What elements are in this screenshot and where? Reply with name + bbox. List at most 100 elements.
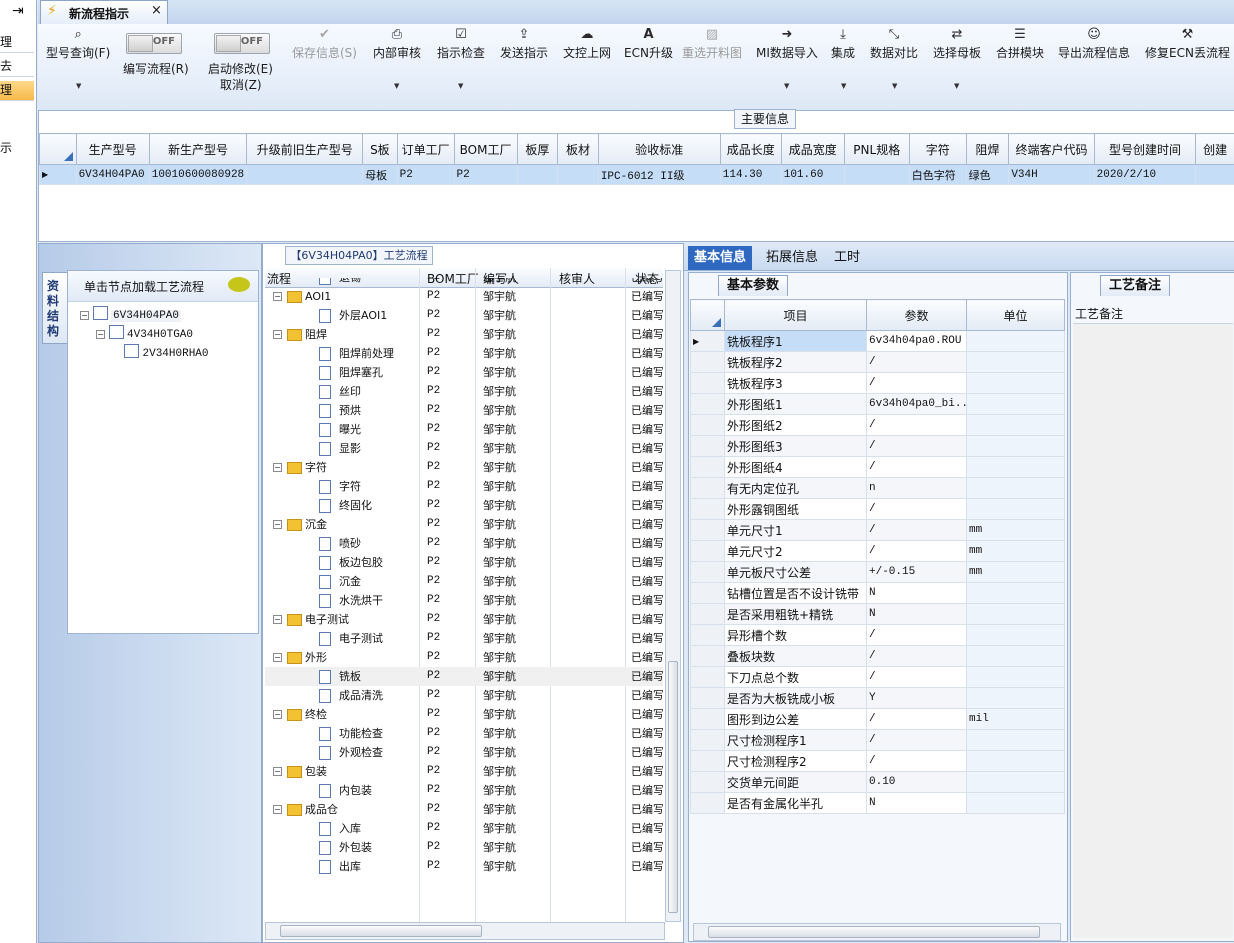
- flow-row[interactable]: − 字符 P2 邹宇航 已编写: [265, 458, 663, 477]
- select-motherboard-dropdown-arrow[interactable]: ▼: [954, 82, 959, 90]
- basic-param-row[interactable]: 是否为大板铣成小板 Y: [690, 687, 1065, 709]
- param-value[interactable]: Y: [866, 687, 967, 709]
- flow-row[interactable]: 内包装 P2 邹宇航 已编写: [265, 781, 663, 800]
- basic-param-row[interactable]: 有无内定位孔 n: [690, 477, 1065, 499]
- main-cell[interactable]: P2: [453, 164, 518, 185]
- tab-extended-info[interactable]: 拓展信息: [760, 246, 824, 270]
- param-value[interactable]: /: [866, 708, 967, 730]
- flow-row[interactable]: 预烘 P2 邹宇航 已编写: [265, 401, 663, 420]
- flow-row[interactable]: − 包装 P2 邹宇航 已编写: [265, 762, 663, 781]
- tree-node-4V34H0TGA0[interactable]: − 4V34H0TGA0: [96, 325, 193, 341]
- flow-row[interactable]: 终固化 P2 邹宇航 已编写: [265, 496, 663, 515]
- flow-row[interactable]: − 终检 P2 邹宇航 已编写: [265, 705, 663, 724]
- param-value[interactable]: +/-0.15: [866, 561, 967, 583]
- main-cell[interactable]: 101.60: [780, 164, 845, 185]
- main-cell[interactable]: [843, 164, 910, 185]
- basic-col-header[interactable]: 参数: [866, 299, 967, 331]
- start-edit-toggle[interactable]: OFF: [214, 33, 270, 54]
- subtab-basic-params[interactable]: 基本参数: [718, 275, 788, 296]
- param-value[interactable]: /: [866, 729, 967, 751]
- write-flow-toggle[interactable]: OFF: [126, 33, 182, 54]
- basic-param-row[interactable]: ▶ 铣板程序1 6v34h04pa0.ROU: [690, 330, 1065, 352]
- param-value[interactable]: /: [866, 624, 967, 646]
- basic-param-row[interactable]: 外形图纸3/: [690, 435, 1065, 457]
- collapse-icon[interactable]: −: [273, 292, 282, 301]
- basic-param-row[interactable]: 单元板尺寸公差 +/-0.15 mm: [690, 561, 1065, 583]
- save-info-button[interactable]: ✔ 保存信息(S): [292, 26, 357, 61]
- flow-row[interactable]: 字符 P2 邹宇航 已编写: [265, 477, 663, 496]
- param-value[interactable]: N: [866, 792, 967, 814]
- main-cell[interactable]: 10010600080928: [148, 164, 248, 185]
- main-cell[interactable]: [1195, 164, 1234, 185]
- select-motherboard-button[interactable]: ⇄ 选择母板: [933, 26, 981, 61]
- flow-row[interactable]: 阻焊前处理 P2 邹宇航 已编写: [265, 344, 663, 363]
- nav-item-4[interactable]: 示: [0, 139, 34, 158]
- param-value[interactable]: /: [866, 540, 967, 562]
- integrate-button[interactable]: ⤓ 集成: [831, 26, 855, 61]
- main-cell[interactable]: 114.30: [719, 164, 782, 185]
- fix-ecn-lost-flow-button[interactable]: ⚒ 修复ECN丢流程: [1145, 26, 1230, 61]
- export-flow-info-button[interactable]: ☺ 导出流程信息: [1058, 26, 1130, 61]
- main-info-row[interactable]: ▶ 6V34H04PA0 10010600080928 母板 P2 P2 IPC-6012…: [39, 164, 1234, 185]
- flow-row[interactable]: 功能检查 P2 邹宇航 已编写: [265, 724, 663, 743]
- basic-param-row[interactable]: 钻槽位置是否不设计铣带 N: [690, 582, 1065, 604]
- main-cell[interactable]: V34H: [1008, 164, 1095, 185]
- flow-row[interactable]: 退锡 P2 邹宇航 已编写: [265, 278, 663, 287]
- collapse-icon[interactable]: −: [273, 805, 282, 814]
- param-value[interactable]: /: [866, 750, 967, 772]
- scroll-thumb[interactable]: [668, 661, 678, 913]
- integrate-dropdown-arrow[interactable]: ▼: [841, 82, 846, 90]
- basic-param-row[interactable]: 单元尺寸2/mm: [690, 540, 1065, 562]
- remarks-textarea[interactable]: [1073, 323, 1233, 938]
- main-col-header[interactable]: S板: [362, 133, 398, 165]
- basic-param-row[interactable]: 尺寸检测程序1/: [690, 729, 1065, 751]
- main-col-header[interactable]: 创建: [1195, 133, 1234, 165]
- exit-icon[interactable]: ⇥: [12, 3, 24, 19]
- param-value[interactable]: /: [866, 666, 967, 688]
- tab-data-structure[interactable]: 资料结构: [42, 272, 67, 344]
- basic-param-row[interactable]: 尺寸检测程序2/: [690, 750, 1065, 772]
- flow-row[interactable]: 外包装 P2 邹宇航 已编写: [265, 838, 663, 857]
- model-query-dropdown-arrow[interactable]: ▼: [76, 82, 81, 90]
- mi-import-dropdown-arrow[interactable]: ▼: [784, 82, 789, 90]
- main-col-header[interactable]: 终端客户代码: [1008, 133, 1095, 165]
- flow-row[interactable]: 沉金 P2 邹宇航 已编写: [265, 572, 663, 591]
- send-instruction-button[interactable]: ⇪ 发送指示: [500, 26, 548, 61]
- main-col-header[interactable]: 升级前旧生产型号: [246, 133, 364, 165]
- basic-param-row[interactable]: 交货单元间距 0.10: [690, 771, 1065, 793]
- basic-param-row[interactable]: 图形到边公差 / mil: [690, 708, 1065, 730]
- basic-col-header[interactable]: 项目: [724, 299, 867, 331]
- basic-param-row[interactable]: 外形图纸1 6v34h04pa0_bi...: [690, 393, 1065, 415]
- collapse-icon[interactable]: −: [273, 463, 282, 472]
- basic-param-row[interactable]: 外形图纸4/: [690, 456, 1065, 478]
- param-value[interactable]: 6v34h04pa0_bi...: [866, 393, 967, 415]
- param-value[interactable]: 0.10: [866, 771, 967, 793]
- param-value[interactable]: N: [866, 582, 967, 604]
- collapse-icon[interactable]: −: [273, 330, 282, 339]
- tab-new-flow-instruction[interactable]: ⚡ 新流程指示 ×: [40, 0, 168, 25]
- main-cell[interactable]: [557, 164, 599, 185]
- main-cell[interactable]: 白色字符: [908, 164, 967, 185]
- internal-review-dropdown-arrow[interactable]: ▼: [394, 82, 399, 90]
- main-col-header[interactable]: 成品宽度: [780, 133, 845, 165]
- basic-param-row[interactable]: 单元尺寸1/mm: [690, 519, 1065, 541]
- basic-param-row[interactable]: 外形图纸2/: [690, 414, 1065, 436]
- flow-row[interactable]: − 阻焊 P2 邹宇航 已编写: [265, 325, 663, 344]
- basic-horizontal-scrollbar[interactable]: [693, 923, 1061, 941]
- collapse-icon[interactable]: −: [273, 615, 282, 624]
- merge-module-button[interactable]: ☰ 合拼模块: [996, 26, 1044, 61]
- basic-param-row[interactable]: 是否采用粗铣+精铣 N: [690, 603, 1065, 625]
- flow-row[interactable]: 外观检查 P2 邹宇航 已编写: [265, 743, 663, 762]
- flow-row[interactable]: 入库 P2 邹宇航 已编写: [265, 819, 663, 838]
- flow-row[interactable]: 喷砂 P2 邹宇航 已编写: [265, 534, 663, 553]
- basic-param-row[interactable]: 铣板程序2/: [690, 351, 1065, 373]
- model-query-button[interactable]: ⌕ 型号查询(F): [46, 26, 110, 61]
- main-cell[interactable]: [516, 164, 559, 185]
- flow-row[interactable]: − 电子测试 P2 邹宇航 已编写: [265, 610, 663, 629]
- tab-work-hours[interactable]: 工时: [828, 246, 866, 270]
- tab-close-button[interactable]: ×: [151, 3, 162, 18]
- collapse-icon[interactable]: −: [273, 520, 282, 529]
- flow-row[interactable]: 成品清洗 P2 邹宇航 已编写: [265, 686, 663, 705]
- main-col-header[interactable]: 验收标准: [597, 133, 721, 165]
- collapse-icon[interactable]: −: [273, 767, 282, 776]
